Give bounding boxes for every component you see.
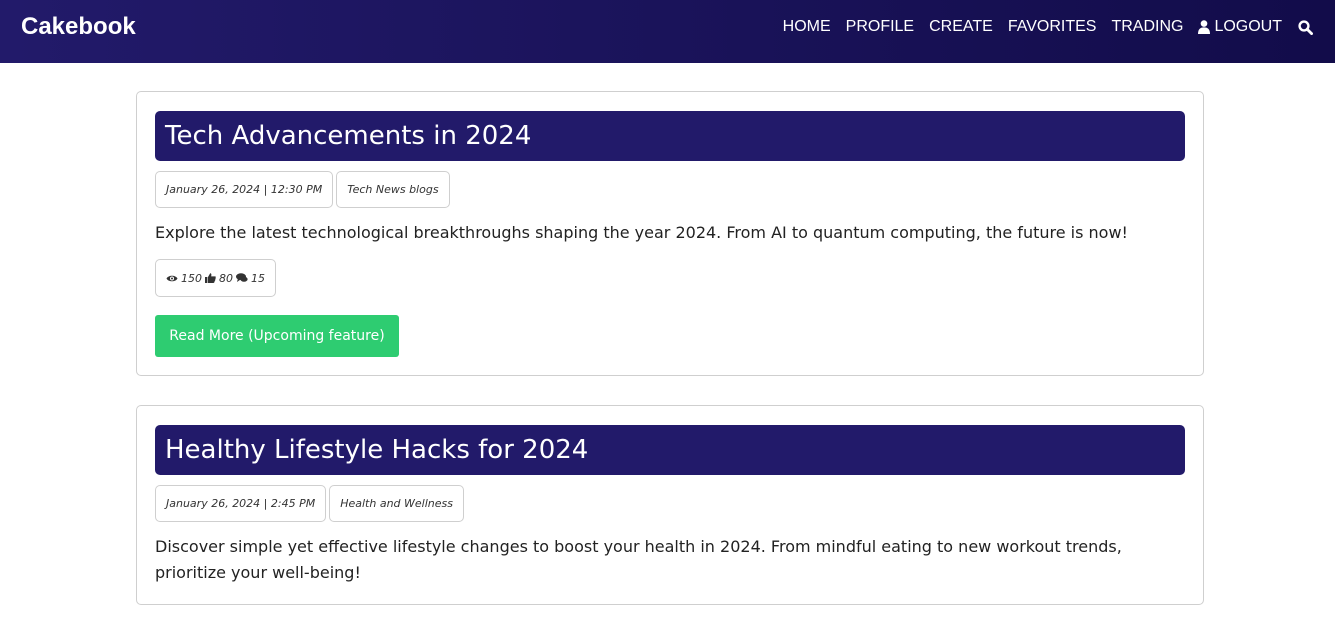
user-icon	[1198, 20, 1211, 34]
nav-favorites-link[interactable]: FAVORITES	[1008, 17, 1097, 37]
search-icon	[1298, 19, 1313, 35]
post-feed: Tech Advancements in 2024 January 26, 20…	[136, 91, 1204, 634]
likes-count: 80	[219, 271, 233, 285]
post-description: Discover simple yet effective lifestyle …	[155, 537, 1122, 582]
post-date-badge: January 26, 2024 | 2:45 PM	[155, 485, 327, 522]
brand-logo[interactable]: Cakebook	[21, 13, 136, 41]
nav-links: HOME PROFILE CREATE FAVORITES TRADING LO…	[768, 17, 1313, 37]
nav-create-link[interactable]: CREATE	[929, 17, 993, 37]
post-meta: January 26, 2024 | 12:30 PM Tech News bl…	[155, 171, 1185, 208]
post-title: Tech Advancements in 2024	[155, 111, 1185, 161]
navbar: Cakebook HOME PROFILE CREATE FAVORITES T…	[0, 0, 1335, 63]
post-category-badge: Tech News blogs	[336, 171, 450, 208]
post-title: Healthy Lifestyle Hacks for 2024	[155, 425, 1185, 475]
eye-icon	[166, 275, 178, 281]
post-category-badge: Health and Wellness	[329, 485, 464, 522]
nav-profile-link[interactable]: PROFILE	[846, 17, 914, 37]
post-stats: 150 80 15	[155, 259, 276, 297]
comments-count: 15	[251, 271, 265, 285]
nav-home-link[interactable]: HOME	[783, 17, 831, 37]
post-date-badge: January 26, 2024 | 12:30 PM	[155, 171, 334, 208]
logout-label: LOGOUT	[1214, 18, 1282, 35]
post-meta: January 26, 2024 | 2:45 PM Health and We…	[155, 485, 1185, 522]
post-card: Tech Advancements in 2024 January 26, 20…	[136, 91, 1204, 376]
post-card: Healthy Lifestyle Hacks for 2024 January…	[136, 405, 1204, 605]
nav-logout-link[interactable]: LOGOUT	[1198, 17, 1282, 37]
nav-trading-link[interactable]: TRADING	[1111, 17, 1183, 37]
comment-icon	[236, 273, 248, 282]
thumbs-up-icon	[205, 273, 216, 283]
read-more-button[interactable]: Read More (Upcoming feature)	[155, 315, 399, 357]
views-count: 150	[181, 271, 202, 285]
post-description: Explore the latest technological breakth…	[155, 223, 1128, 242]
search-button[interactable]	[1298, 19, 1313, 35]
